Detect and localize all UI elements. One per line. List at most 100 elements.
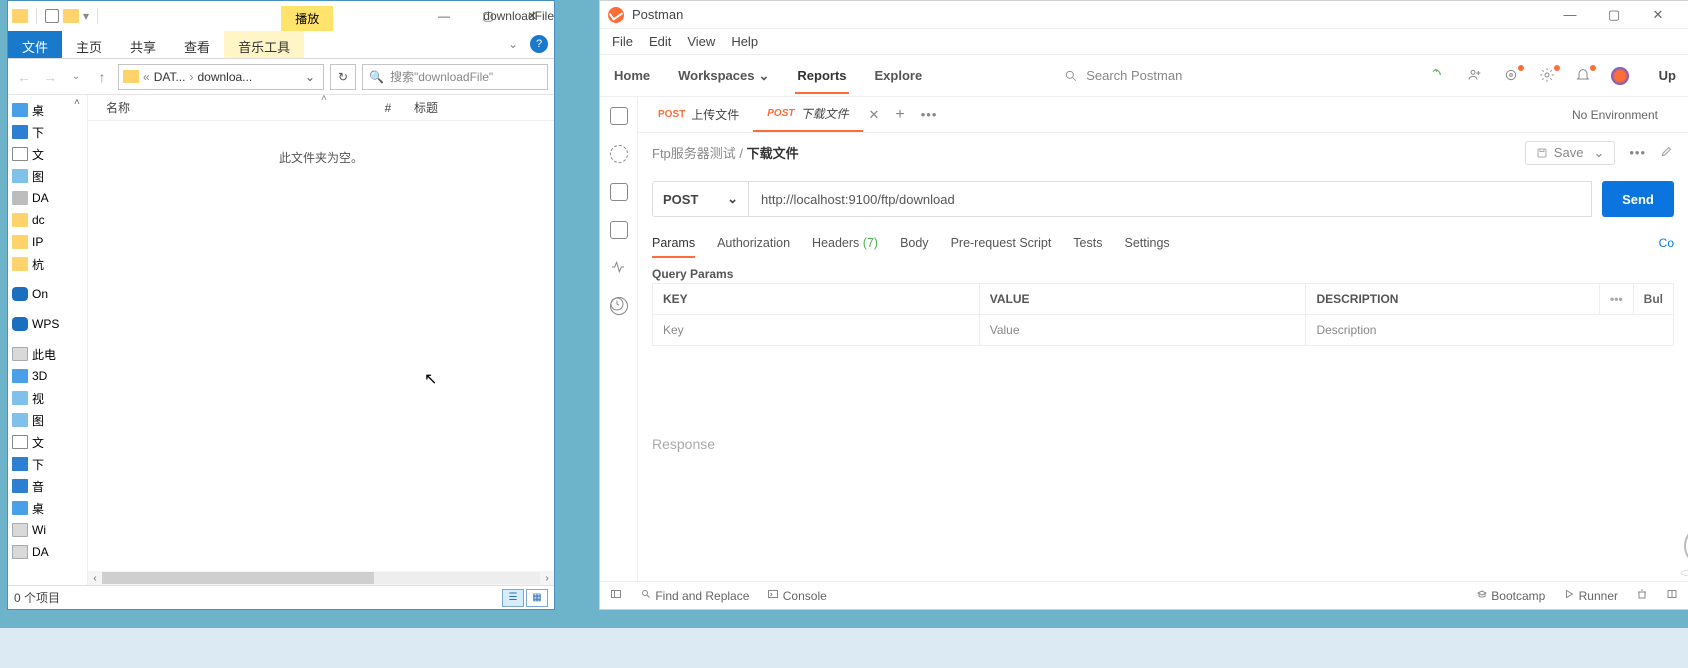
edit-icon[interactable]: [1660, 144, 1674, 161]
menu-help[interactable]: Help: [731, 34, 758, 49]
global-search[interactable]: Search Postman: [1064, 68, 1182, 83]
runner-button[interactable]: Runner: [1563, 588, 1618, 603]
breadcrumb-item[interactable]: downloa...: [197, 70, 252, 84]
kv-options-button[interactable]: •••: [1600, 284, 1634, 315]
nav-up-button[interactable]: ↑: [92, 69, 112, 85]
close-button[interactable]: ✕: [510, 1, 554, 31]
address-dropdown-button[interactable]: ⌄: [301, 70, 319, 84]
tree-node[interactable]: 此电: [12, 343, 87, 365]
find-replace-button[interactable]: Find and Replace: [640, 588, 749, 603]
subtab-tests[interactable]: Tests: [1073, 228, 1102, 258]
windows-taskbar[interactable]: [0, 628, 1688, 668]
tree-node[interactable]: 图: [12, 409, 87, 431]
close-button[interactable]: ✕: [1636, 1, 1680, 29]
tree-node[interactable]: IP: [12, 231, 87, 253]
environment-selector[interactable]: No Environment: [1572, 108, 1682, 122]
breadcrumb-item[interactable]: DAT...: [154, 70, 186, 84]
tree-node[interactable]: 图: [12, 165, 87, 187]
menu-view[interactable]: View: [687, 34, 715, 49]
tree-scroll-up[interactable]: ˄: [74, 97, 80, 108]
ribbon-collapse-button[interactable]: ⌄: [500, 31, 526, 58]
tree-node[interactable]: 视: [12, 387, 87, 409]
new-tab-button[interactable]: +: [885, 106, 914, 124]
tree-node[interactable]: 下: [12, 453, 87, 475]
bootcamp-button[interactable]: Bootcamp: [1476, 588, 1545, 603]
tree-node[interactable]: On: [12, 283, 87, 305]
sync-icon[interactable]: [1431, 67, 1449, 85]
more-options-button[interactable]: •••: [1629, 145, 1646, 160]
sidebar-apis-icon[interactable]: [610, 145, 628, 163]
ribbon-tab-home[interactable]: 主页: [62, 31, 116, 58]
two-pane-icon[interactable]: [1666, 588, 1678, 603]
sidebar-collections-icon[interactable]: [610, 107, 628, 125]
nav-recent-button[interactable]: ⌄: [66, 71, 86, 82]
maximize-button[interactable]: ▢: [466, 1, 510, 31]
tree-node[interactable]: DA: [12, 541, 87, 563]
nav-home[interactable]: Home: [612, 58, 652, 93]
ribbon-tab-music-tools[interactable]: 音乐工具: [224, 31, 304, 58]
breadcrumb-parent[interactable]: Ftp服务器测试: [652, 146, 736, 161]
view-details-button[interactable]: ☰: [502, 589, 524, 607]
address-bar[interactable]: « DAT... › downloa... ⌄: [118, 64, 324, 90]
nav-reports[interactable]: Reports: [795, 58, 848, 93]
tree-node[interactable]: DA: [12, 187, 87, 209]
send-button[interactable]: Send: [1602, 181, 1674, 217]
qat-icon[interactable]: [45, 9, 59, 23]
subtab-authorization[interactable]: Authorization: [717, 228, 790, 258]
tab-close-button[interactable]: ✕: [863, 107, 886, 123]
request-tab[interactable]: POST 上传文件: [644, 97, 753, 132]
sidebar-monitors-icon[interactable]: [610, 259, 628, 277]
sidebar-history-icon[interactable]: [610, 297, 628, 315]
column-header-title[interactable]: 标题: [408, 99, 554, 116]
maximize-button[interactable]: ▢: [1592, 1, 1636, 29]
invite-icon[interactable]: [1467, 67, 1485, 85]
subtab-prerequest[interactable]: Pre-request Script: [951, 228, 1052, 258]
sidebar-toggle-icon[interactable]: [610, 588, 622, 603]
help-icon[interactable]: ?: [530, 35, 548, 53]
request-tab-active[interactable]: POST 下载文件: [753, 97, 862, 132]
kv-header-key[interactable]: KEY: [653, 284, 980, 315]
save-button[interactable]: Save ⌄: [1525, 141, 1616, 165]
minimize-button[interactable]: ―: [422, 1, 466, 31]
subtab-body[interactable]: Body: [900, 228, 929, 258]
kv-key-input[interactable]: Key: [653, 315, 980, 346]
kv-value-input[interactable]: Value: [979, 315, 1306, 346]
refresh-button[interactable]: ↻: [330, 64, 356, 90]
console-button[interactable]: Console: [767, 588, 826, 603]
tree-node[interactable]: 桌: [12, 497, 87, 519]
upgrade-button[interactable]: Up: [1659, 68, 1676, 83]
tree-node[interactable]: Wi: [12, 519, 87, 541]
search-input[interactable]: 🔍 搜索"downloadFile": [362, 64, 548, 90]
bulk-edit-button[interactable]: Bul: [1633, 284, 1673, 315]
tab-options-button[interactable]: •••: [915, 107, 944, 122]
subtab-settings[interactable]: Settings: [1124, 228, 1169, 258]
ribbon-tab-view[interactable]: 查看: [170, 31, 224, 58]
tree-node[interactable]: dc: [12, 209, 87, 231]
column-header-number[interactable]: #: [368, 101, 408, 115]
settings-icon[interactable]: [1539, 67, 1557, 85]
tree-node[interactable]: 杭: [12, 253, 87, 275]
kv-header-description[interactable]: DESCRIPTION: [1306, 284, 1600, 315]
tree-node[interactable]: 下: [12, 121, 87, 143]
folder-tree[interactable]: ˄ 桌 下 文 图 DA dc IP 杭 On WPS 此电 3D 视 图 文 …: [8, 95, 88, 585]
menu-file[interactable]: File: [612, 34, 633, 49]
tree-node[interactable]: WPS: [12, 313, 87, 335]
trash-icon[interactable]: [1636, 588, 1648, 603]
notifications-icon[interactable]: [1575, 67, 1593, 85]
nav-explore[interactable]: Explore: [873, 58, 925, 93]
postman-titlebar[interactable]: Postman ― ▢ ✕: [600, 1, 1688, 29]
nav-forward-button[interactable]: →: [40, 69, 60, 85]
ribbon-tab-share[interactable]: 共享: [116, 31, 170, 58]
sidebar-mock-icon[interactable]: [610, 221, 628, 239]
tree-node[interactable]: 音: [12, 475, 87, 497]
method-selector[interactable]: POST ⌄: [652, 181, 748, 217]
horizontal-scrollbar[interactable]: ‹ ›: [88, 571, 554, 585]
folder-icon[interactable]: [63, 9, 79, 23]
subtab-headers[interactable]: Headers (7): [812, 228, 878, 258]
tree-node[interactable]: 文: [12, 431, 87, 453]
subtab-params[interactable]: Params: [652, 228, 695, 258]
sidebar-environments-icon[interactable]: [610, 183, 628, 201]
nav-workspaces[interactable]: Workspaces ⌄: [676, 58, 771, 94]
file-list[interactable]: ˄ 名称 # 标题 此文件夹为空。 ‹ ›: [88, 95, 554, 585]
avatar-icon[interactable]: [1611, 67, 1629, 85]
